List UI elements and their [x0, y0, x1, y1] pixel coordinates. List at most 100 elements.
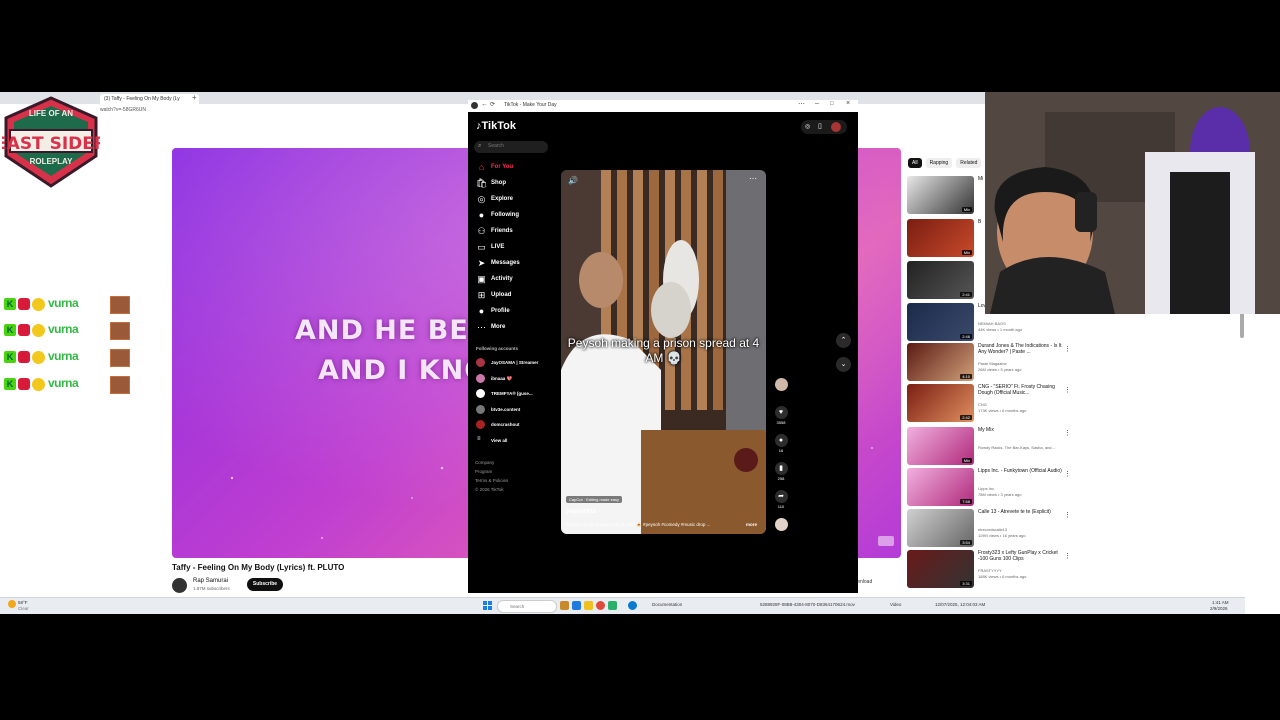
nav-item-for-you[interactable]: ⌂ For You — [476, 162, 566, 174]
recommendation-title[interactable]: Frosty323 x Lefty GunPlay x Cricket -100… — [978, 550, 1066, 562]
taskbar-app-icon[interactable] — [560, 601, 569, 610]
video-thumbnail[interactable]: 2:41 — [907, 261, 974, 299]
nav-item-profile[interactable]: ● Profile — [476, 306, 566, 318]
capcut-badge[interactable]: CapCut · Editing made easy — [566, 496, 623, 503]
device-icon[interactable]: ▯ — [818, 122, 822, 130]
tiktok-logo[interactable]: ♪TikTok — [476, 120, 516, 132]
coins-icon[interactable]: ◎ — [805, 123, 810, 130]
more-link[interactable]: more — [746, 522, 757, 527]
video-username[interactable]: peysohfits — [566, 509, 596, 515]
video-thumbnail[interactable]: 4:10 — [907, 343, 974, 381]
video-more-icon[interactable]: ⋯ — [749, 174, 757, 183]
close-icon[interactable]: × — [846, 100, 850, 107]
user-avatar[interactable] — [831, 122, 841, 132]
following-account[interactable]: domcrashout — [476, 420, 561, 430]
previous-video-button[interactable]: ⌃ — [836, 333, 851, 348]
minimize-icon[interactable]: – — [815, 100, 819, 107]
back-icon[interactable]: ← — [481, 101, 488, 108]
nav-label: Friends — [491, 228, 513, 234]
recommendation-item[interactable]: Mix My Mix Rowdy Racks, The Bar-Kays, Sash… — [907, 427, 1075, 465]
recommendation-item[interactable]: 7:58 Lipps Inc. - Funkytown (Official Aud… — [907, 468, 1075, 506]
taskbar-edge-icon[interactable] — [628, 601, 637, 610]
video-thumbnail[interactable]: 2:46 — [907, 303, 974, 341]
more-options-icon[interactable]: ⋯ — [798, 100, 805, 108]
footer-terms[interactable]: Terms & Policies — [475, 478, 508, 483]
recommendation-channel[interactable]: elrecordscalle13 — [978, 527, 1007, 532]
creator-avatar[interactable] — [772, 378, 790, 391]
taskbar-documentation[interactable]: Documentation — [652, 602, 682, 607]
reload-icon[interactable]: ⟳ — [490, 101, 495, 108]
recommendation-channel[interactable]: Paste Magazine — [978, 361, 1007, 366]
video-thumbnail[interactable]: 3:54 — [907, 509, 974, 547]
recommendation-channel[interactable]: NEMIAH BAGS — [978, 321, 1006, 326]
nav-item-explore[interactable]: ◎ Explore — [476, 194, 566, 206]
recommendation-title[interactable]: Calle 13 - Atrevete te te (Explicit) — [978, 509, 1066, 515]
following-account[interactable]: JayOSAMA | Streamer — [476, 358, 561, 368]
badge-icon — [32, 351, 45, 364]
kebab-menu-icon[interactable]: ⋮ — [1064, 511, 1071, 519]
chip-rapping[interactable]: Rapping — [925, 158, 953, 168]
following-account[interactable]: btv3e.content — [476, 404, 561, 415]
comment-button[interactable]: ● 16 — [772, 434, 790, 453]
like-button[interactable]: ♥ 3558 — [772, 406, 790, 425]
nav-item-more[interactable]: ⋯ More — [476, 322, 566, 334]
recommendation-title[interactable]: Lipps Inc. - Funkytown (Official Audio) — [978, 468, 1066, 474]
recommendation-channel[interactable]: Lipps Inc. — [978, 486, 995, 491]
recommendation-title[interactable]: CNG - "SERIO" Ft. Frosty Chasing Dough (… — [978, 384, 1066, 396]
taskbar-search[interactable]: Search — [497, 600, 557, 613]
video-thumbnail[interactable]: Mix — [907, 176, 974, 214]
kebab-menu-icon[interactable]: ⋮ — [1064, 345, 1071, 353]
channel-name[interactable]: Rap Samurai — [193, 578, 228, 584]
taskbar-chrome-icon[interactable] — [596, 601, 605, 610]
sound-disc[interactable] — [772, 518, 790, 531]
recommendation-channel[interactable]: Rowdy Racks, The Bar-Kays, Sasha, and... — [978, 445, 1055, 450]
recommendation-title[interactable]: Durand Jones & The Indications - Is It A… — [978, 343, 1066, 355]
footer-company[interactable]: Company — [475, 460, 494, 465]
maximize-icon[interactable]: □ — [830, 101, 834, 107]
kebab-menu-icon[interactable]: ⋮ — [1064, 470, 1071, 478]
scrollbar[interactable] — [1240, 312, 1244, 338]
nav-item-shop[interactable]: 🛍 Shop — [476, 178, 566, 190]
video-thumbnail[interactable]: Mix — [907, 427, 974, 465]
nav-item-following[interactable]: ● Following — [476, 210, 566, 222]
chip-related[interactable]: Related — [956, 158, 982, 168]
browser-tab[interactable]: (3) Taffy - Feeling On My Body (Ly — [100, 94, 199, 104]
windows-start-icon[interactable] — [483, 601, 492, 610]
recommendation-item[interactable]: 2:42 CNG - "SERIO" Ft. Frosty Chasing Dou… — [907, 384, 1075, 422]
nav-item-friends[interactable]: ⚇ Friends — [476, 226, 566, 238]
following-account[interactable]: TREMFYA® (guse... — [476, 389, 561, 399]
recommendation-channel[interactable]: FRASTYYYY — [978, 568, 1002, 573]
video-thumbnail[interactable]: 2:42 — [907, 384, 974, 422]
view-all-link[interactable]: ≡ View all — [476, 436, 561, 446]
nav-item-live[interactable]: ▭ LIVE — [476, 242, 566, 254]
video-thumbnail[interactable]: 3:31 — [907, 550, 974, 588]
following-account[interactable]: ibnaaa 💖 — [476, 373, 561, 384]
video-thumbnail[interactable]: Mix — [907, 219, 974, 257]
taskbar-folder-icon[interactable] — [584, 601, 593, 610]
recommendation-item[interactable]: 3:31 Frosty323 x Lefty GunPlay x Cricket … — [907, 550, 1075, 588]
taskbar-app-icon[interactable] — [608, 601, 617, 610]
channel-avatar[interactable] — [172, 578, 187, 593]
kebab-menu-icon[interactable]: ⋮ — [1064, 386, 1071, 394]
kebab-menu-icon[interactable]: ⋮ — [1064, 552, 1071, 560]
recommendation-item[interactable]: 4:10 Durand Jones & The Indications - Is … — [907, 343, 1075, 381]
footer-program[interactable]: Program — [475, 469, 492, 474]
subscribe-button[interactable]: Subscribe — [247, 578, 283, 591]
bookmark-button[interactable]: ▮ 258 — [772, 462, 790, 481]
volume-icon[interactable]: 🔊 — [568, 176, 578, 185]
recommendation-title[interactable]: My Mix — [978, 427, 1066, 433]
tiktok-search-input[interactable]: ⌕ Search — [474, 141, 548, 153]
chip-all[interactable]: All — [908, 158, 922, 168]
address-bar[interactable]: watch?v=-58GR6UN — [100, 106, 400, 115]
recommendation-item[interactable]: 3:54 Calle 13 - Atrevete te te (Explicit)… — [907, 509, 1075, 547]
nav-item-activity[interactable]: ▣ Activity — [476, 274, 566, 286]
share-button[interactable]: ➦ 110 — [772, 490, 790, 509]
taskbar-app-icon[interactable] — [572, 601, 581, 610]
nav-item-messages[interactable]: ➤ Messages — [476, 258, 566, 270]
video-thumbnail[interactable]: 7:58 — [907, 468, 974, 506]
new-tab-icon[interactable]: + — [192, 93, 197, 102]
recommendation-channel[interactable]: CNG — [978, 402, 987, 407]
nav-item-upload[interactable]: ⊞ Upload — [476, 290, 566, 302]
next-video-button[interactable]: ⌄ — [836, 357, 851, 372]
kebab-menu-icon[interactable]: ⋮ — [1064, 429, 1071, 437]
